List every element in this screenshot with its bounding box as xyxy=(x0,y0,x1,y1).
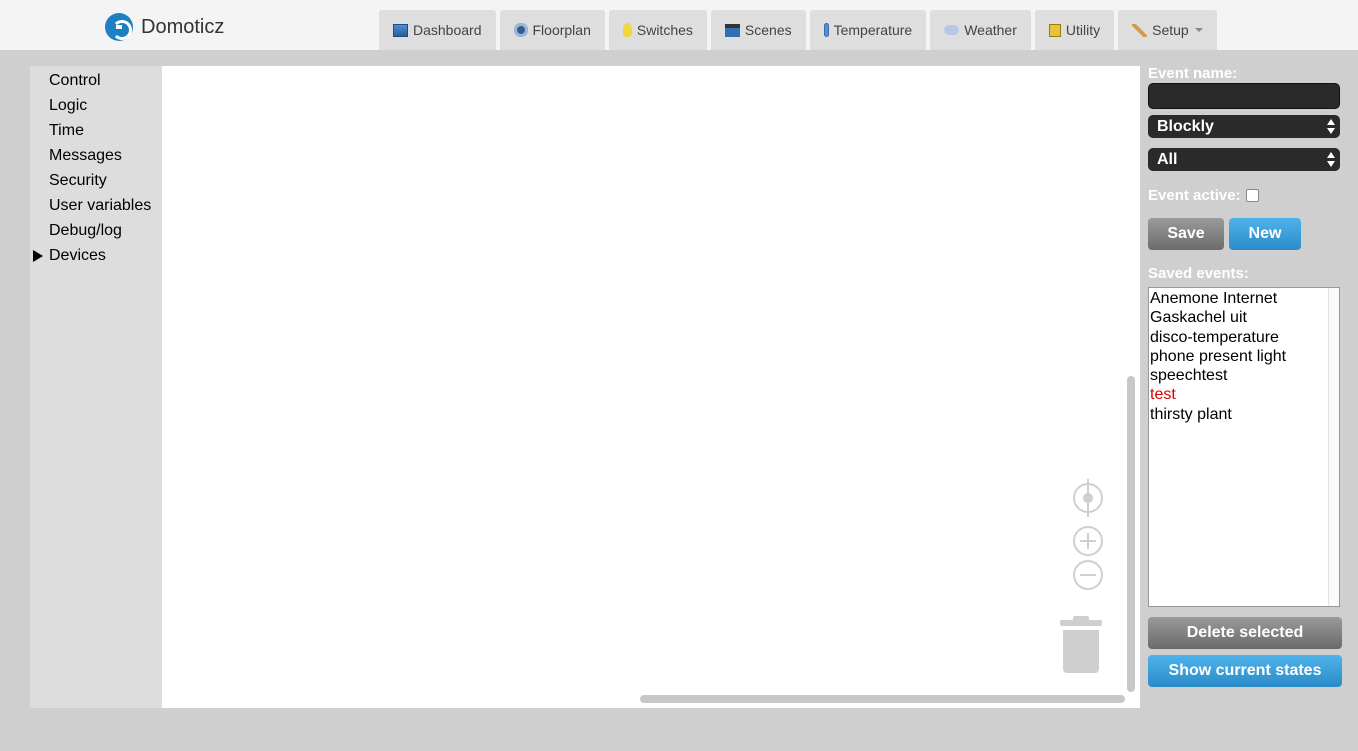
zoom-in-icon[interactable] xyxy=(1073,526,1103,556)
tab-setup-label: Setup xyxy=(1152,22,1189,38)
cloud-rain-icon xyxy=(944,25,960,35)
saved-event-item[interactable]: phone present light xyxy=(1150,347,1338,366)
toolbox-item-user-variables[interactable]: User variables xyxy=(30,193,162,218)
main-nav: Dashboard Floorplan Switches Scenes Temp… xyxy=(379,10,1221,50)
tab-dashboard-label: Dashboard xyxy=(413,22,482,38)
workspace-vertical-scrollbar[interactable] xyxy=(1127,376,1135,692)
tab-utility-label: Utility xyxy=(1065,22,1101,38)
brand[interactable]: Domoticz xyxy=(105,13,224,41)
tab-switches-label: Switches xyxy=(636,22,693,38)
tab-weather-label: Weather xyxy=(964,22,1017,38)
saved-event-item-inactive[interactable]: test xyxy=(1150,385,1338,404)
floorplan-icon xyxy=(513,23,528,37)
tab-switches[interactable]: Switches xyxy=(608,10,707,50)
brand-name: Domoticz xyxy=(141,15,225,38)
toolbox-item-debug-log[interactable]: Debug/log xyxy=(30,218,162,243)
toolbox-item-security[interactable]: Security xyxy=(30,168,162,193)
new-button[interactable]: New xyxy=(1229,218,1301,250)
dashboard-icon xyxy=(393,23,408,37)
trash-body xyxy=(1063,630,1099,673)
toolbox-item-logic[interactable]: Logic xyxy=(30,93,162,118)
event-active-label: Event active: xyxy=(1148,187,1241,204)
tools-icon xyxy=(1132,23,1148,37)
event-type-select[interactable]: Blockly xyxy=(1148,115,1340,138)
recenter-icon[interactable] xyxy=(1073,479,1103,517)
tab-weather[interactable]: Weather xyxy=(930,10,1031,50)
tab-utility[interactable]: Utility xyxy=(1034,10,1115,50)
toolbox-item-messages[interactable]: Messages xyxy=(30,143,162,168)
tab-dashboard[interactable]: Dashboard xyxy=(379,10,496,50)
event-name-input[interactable] xyxy=(1148,83,1340,109)
top-bar: Domoticz Dashboard Floorplan Switches Sc… xyxy=(0,0,1358,50)
zoom-out-icon[interactable] xyxy=(1073,560,1103,590)
event-active-checkbox[interactable] xyxy=(1245,189,1259,202)
saved-events-scrollbar[interactable] xyxy=(1328,288,1339,606)
clapperboard-icon xyxy=(724,23,740,37)
tab-temperature[interactable]: Temperature xyxy=(809,10,927,50)
delete-selected-button[interactable]: Delete selected xyxy=(1148,617,1342,649)
workspace-horizontal-scrollbar[interactable] xyxy=(640,695,1125,703)
event-filter-select[interactable]: All xyxy=(1148,148,1340,171)
expand-arrow-icon xyxy=(33,250,43,262)
bulb-icon xyxy=(622,23,632,37)
blockly-toolbox: Control Logic Time Messages Security Use… xyxy=(30,66,162,708)
save-button[interactable]: Save xyxy=(1148,218,1224,250)
saved-event-item[interactable]: thirsty plant xyxy=(1150,405,1338,424)
saved-event-item[interactable]: disco-temperature xyxy=(1150,328,1338,347)
tab-temperature-label: Temperature xyxy=(833,22,913,38)
event-type-value: Blockly xyxy=(1157,118,1214,135)
tab-setup[interactable]: Setup xyxy=(1118,10,1217,50)
select-arrows-icon xyxy=(1327,119,1335,134)
saved-event-item[interactable]: Anemone Internet xyxy=(1150,289,1338,308)
trash-lid xyxy=(1060,620,1102,626)
chevron-down-icon xyxy=(1194,28,1203,32)
saved-event-item[interactable]: speechtest xyxy=(1150,366,1338,385)
saved-events-label: Saved events: xyxy=(1148,265,1249,282)
meter-icon xyxy=(1048,23,1061,37)
saved-events-list[interactable]: Anemone Internet Gaskachel uit disco-tem… xyxy=(1148,287,1340,607)
tab-scenes-label: Scenes xyxy=(744,22,792,38)
saved-event-item[interactable]: Gaskachel uit xyxy=(1150,308,1338,327)
toolbox-item-time[interactable]: Time xyxy=(30,118,162,143)
toolbox-item-devices[interactable]: Devices xyxy=(30,243,162,268)
tab-floorplan[interactable]: Floorplan xyxy=(499,10,605,50)
thermometer-icon xyxy=(823,23,829,37)
toolbox-item-devices-label: Devices xyxy=(49,247,106,264)
tab-floorplan-label: Floorplan xyxy=(532,22,591,38)
event-active-row: Event active: xyxy=(1148,187,1259,204)
tab-scenes[interactable]: Scenes xyxy=(710,10,806,50)
select-arrows-icon xyxy=(1327,152,1335,167)
domoticz-logo-icon xyxy=(105,13,133,41)
show-current-states-button[interactable]: Show current states xyxy=(1148,655,1342,687)
trash-icon[interactable] xyxy=(1060,616,1102,674)
blockly-workspace[interactable]: Control Logic Time Messages Security Use… xyxy=(30,66,1140,708)
event-name-label: Event name: xyxy=(1148,65,1238,82)
toolbox-item-control[interactable]: Control xyxy=(30,68,162,93)
event-filter-value: All xyxy=(1157,151,1178,168)
